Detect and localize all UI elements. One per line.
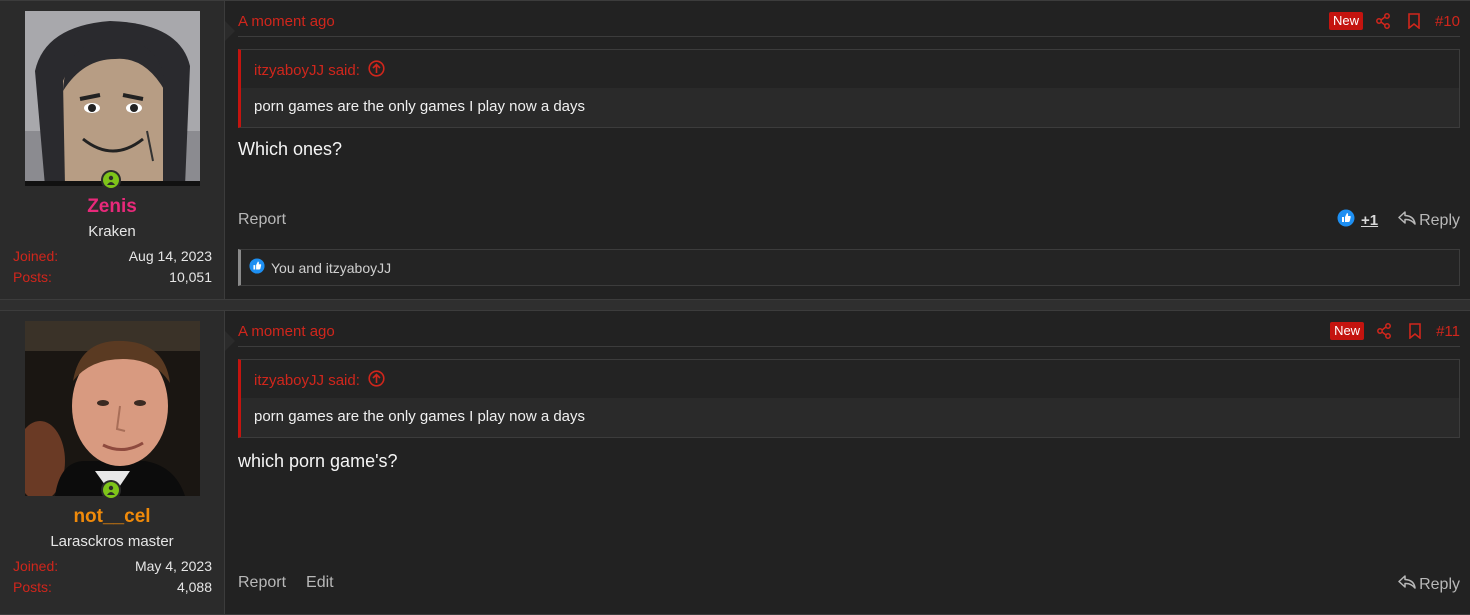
- online-user-icon: [107, 175, 115, 185]
- quote-block: itzyaboyJJ said: porn games are the only…: [238, 359, 1460, 438]
- post-main: A moment ago New #11 itzyaboyJJ said: po…: [238, 311, 1460, 614]
- post-message: which porn game's?: [238, 451, 398, 471]
- posts-value: 4,088: [176, 579, 212, 595]
- user-title: Larasckros master: [50, 533, 174, 550]
- post-10: Zenis Kraken Joined: Aug 14, 2023 Posts:…: [0, 0, 1470, 300]
- like-icon: [1337, 209, 1355, 232]
- posts-label: Posts:: [13, 579, 52, 595]
- username[interactable]: not__cel: [0, 506, 224, 528]
- reply-label: Reply: [1419, 211, 1460, 229]
- new-badge: New: [1328, 12, 1363, 30]
- post-time[interactable]: A moment ago: [238, 13, 335, 30]
- share-icon[interactable]: [1376, 323, 1392, 339]
- joined-value: May 4, 2023: [134, 558, 212, 574]
- post-meta: A moment ago New #10: [238, 12, 1460, 37]
- avatar[interactable]: [25, 11, 200, 186]
- joined-label: Joined:: [13, 558, 59, 574]
- report-link[interactable]: Report: [238, 211, 286, 229]
- share-icon[interactable]: [1375, 13, 1391, 29]
- user-panel: not__cel Larasckros master Joined: May 4…: [0, 311, 235, 614]
- reply-icon: [1398, 210, 1416, 231]
- quote-block: itzyaboyJJ said: porn games are the only…: [238, 49, 1460, 128]
- quote-author[interactable]: itzyaboyJJ said:: [254, 62, 360, 79]
- like-button[interactable]: +1: [1337, 209, 1378, 232]
- joined-label: Joined:: [13, 248, 59, 264]
- post-time[interactable]: A moment ago: [238, 323, 335, 340]
- username[interactable]: Zenis: [0, 196, 224, 218]
- reply-label: Reply: [1419, 575, 1460, 593]
- user-panel: Zenis Kraken Joined: Aug 14, 2023 Posts:…: [0, 1, 235, 299]
- reply-button[interactable]: Reply: [1398, 574, 1460, 595]
- bookmark-icon[interactable]: [1408, 323, 1422, 339]
- post-11: not__cel Larasckros master Joined: May 4…: [0, 310, 1470, 615]
- online-user-icon: [107, 485, 115, 495]
- post-number[interactable]: #10: [1435, 13, 1460, 30]
- like-count[interactable]: +1: [1361, 212, 1378, 229]
- reply-icon: [1398, 574, 1416, 595]
- user-title: Kraken: [88, 223, 136, 240]
- online-status: [101, 480, 121, 500]
- post-meta: A moment ago New #11: [238, 322, 1460, 347]
- quote-text: porn games are the only games I play now…: [254, 98, 586, 115]
- posts-value: 10,051: [169, 269, 212, 285]
- reactions-bar[interactable]: You and itzyaboyJJ: [238, 249, 1460, 286]
- posts-label: Posts:: [13, 269, 52, 285]
- reply-button[interactable]: Reply: [1398, 210, 1460, 231]
- post-message: Which ones?: [238, 139, 343, 159]
- reactions-text[interactable]: You and itzyaboyJJ: [271, 260, 391, 276]
- like-icon: [249, 258, 265, 277]
- joined-value: Aug 14, 2023: [128, 248, 212, 264]
- avatar[interactable]: [25, 321, 200, 496]
- arrow-up-circle-icon[interactable]: [368, 370, 385, 391]
- edit-link[interactable]: Edit: [306, 574, 334, 592]
- arrow-up-circle-icon[interactable]: [368, 60, 385, 81]
- post-main: A moment ago New #10 itzyaboyJJ said: po…: [238, 1, 1460, 299]
- new-badge: New: [1330, 322, 1365, 340]
- report-link[interactable]: Report: [238, 574, 286, 592]
- quote-text: porn games are the only games I play now…: [254, 408, 586, 425]
- quote-author[interactable]: itzyaboyJJ said:: [254, 372, 360, 389]
- bookmark-icon[interactable]: [1407, 13, 1421, 29]
- post-number[interactable]: #11: [1436, 323, 1460, 340]
- online-status: [101, 170, 121, 190]
